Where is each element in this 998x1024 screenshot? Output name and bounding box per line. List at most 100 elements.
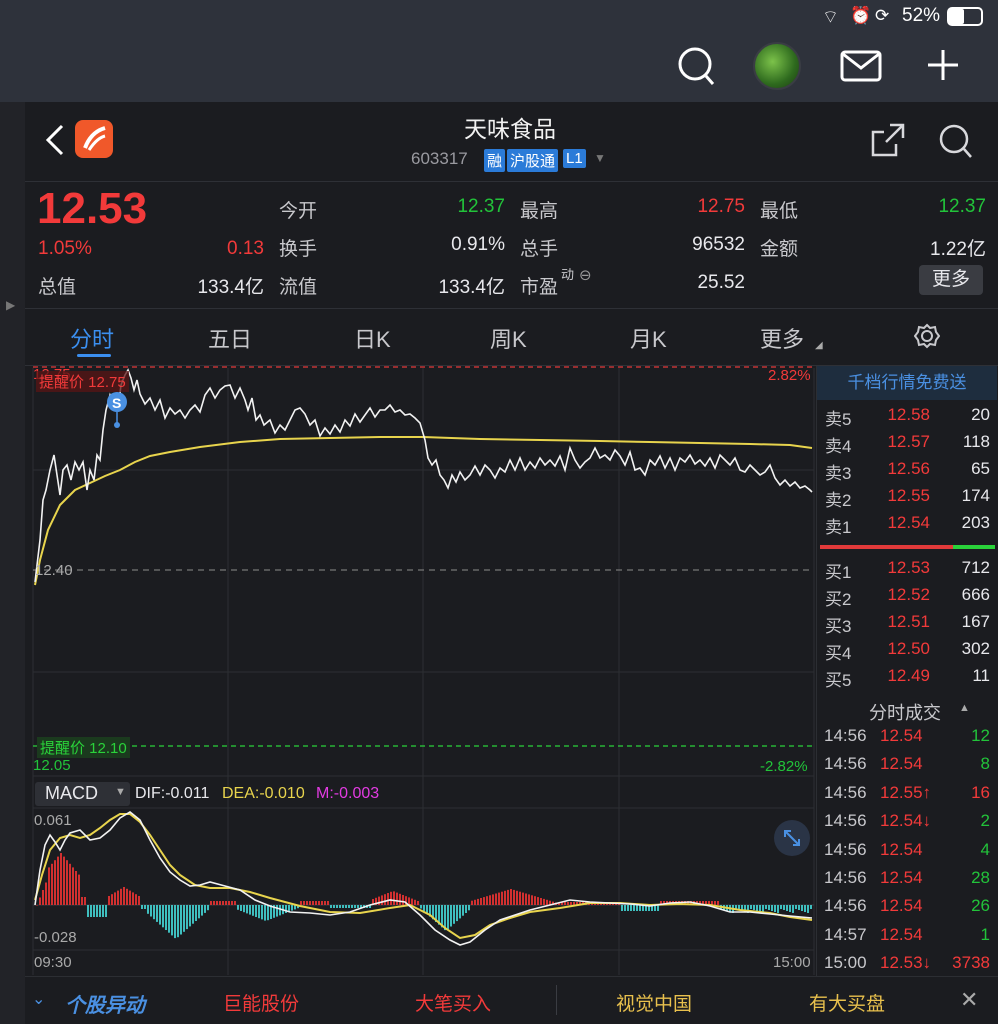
tab-daily-k[interactable]: 日K: [354, 322, 391, 354]
trade-row: 14:56 12.54 4: [816, 838, 998, 864]
search-icon[interactable]: [938, 122, 974, 160]
open-value: 12.37: [457, 196, 505, 217]
ask-row[interactable]: 卖2 12.55 174: [816, 484, 998, 510]
bid-row[interactable]: 买1 12.53 712: [816, 556, 998, 582]
bottom-ticker: ⌄ 个股异动 巨能股份 大笔买入 视觉中国 有大买盘 ✕: [25, 976, 998, 1024]
macd-bar: [501, 891, 503, 905]
ticker-item-stock-2[interactable]: 视觉中国: [616, 989, 692, 1016]
macd-histogram: [36, 853, 812, 939]
macd-bar: [243, 905, 245, 913]
dropdown-icon[interactable]: ▼: [594, 151, 606, 165]
trade-row: 14:57 12.54 1: [816, 923, 998, 949]
wifi-icon: ⌔: [822, 7, 839, 27]
corner-triangle-icon: ◢: [815, 340, 823, 351]
bid-label: 买1: [825, 563, 852, 582]
ask-row[interactable]: 卖1 12.54 203: [816, 511, 998, 537]
macd-bar: [60, 853, 62, 905]
macd-bar: [324, 901, 326, 905]
tab-monthly-k[interactable]: 月K: [630, 322, 667, 354]
macd-bar: [684, 901, 686, 905]
macd-bar: [39, 897, 41, 905]
bid-row[interactable]: 买3 12.51 167: [816, 610, 998, 636]
macd-bar: [795, 905, 797, 909]
macd-bar: [441, 905, 443, 928]
bid-price: 12.49: [887, 666, 930, 685]
ask-row[interactable]: 卖3 12.56 65: [816, 457, 998, 483]
macd-bar: [264, 905, 266, 921]
macd-bar: [708, 901, 710, 905]
macd-bar: [552, 901, 554, 905]
macd-bar: [591, 902, 593, 905]
macd-bar: [489, 895, 491, 905]
ask-row[interactable]: 卖4 12.57 118: [816, 430, 998, 456]
macd-bar: [375, 897, 377, 905]
macd-bar: [513, 889, 515, 905]
side-panel-edge[interactable]: ▶: [0, 102, 25, 1024]
mktcap-value: 133.4亿: [197, 277, 264, 298]
avatar[interactable]: [753, 42, 801, 90]
macd-bar: [759, 905, 761, 912]
macd-bar: [153, 905, 155, 920]
ticker-item-event-2[interactable]: 有大买盘: [809, 989, 885, 1016]
bid-row[interactable]: 买5 12.49 11: [816, 664, 998, 690]
macd-bar: [429, 905, 431, 917]
trade-price: 12.54: [880, 726, 923, 745]
macd-bar: [549, 900, 551, 905]
macd-bar: [528, 894, 530, 905]
macd-bar: [309, 901, 311, 905]
bid-row[interactable]: 买4 12.50 302: [816, 637, 998, 663]
macd-bar: [735, 905, 737, 909]
alarm-icon: ⏰: [850, 6, 872, 25]
fullscreen-toggle[interactable]: [774, 820, 810, 856]
tab-more[interactable]: 更多: [760, 322, 804, 354]
macd-bar: [486, 896, 488, 905]
tab-five-day[interactable]: 五日: [208, 322, 252, 354]
macd-bar: [297, 905, 299, 909]
bid-price: 12.51: [887, 612, 930, 631]
back-icon[interactable]: [44, 124, 66, 156]
tab-weekly-k[interactable]: 周K: [490, 322, 527, 354]
macd-bar: [627, 905, 629, 911]
trade-time: 14:56: [824, 811, 867, 831]
macd-bar: [498, 892, 500, 905]
mail-icon[interactable]: [840, 50, 882, 82]
share-icon[interactable]: [870, 122, 906, 158]
macd-bar: [237, 905, 239, 910]
macd-bar: [216, 901, 218, 905]
macd-bar: [45, 882, 47, 905]
collapse-icon[interactable]: ▲: [959, 702, 970, 714]
bid-row[interactable]: 买2 12.52 666: [816, 583, 998, 609]
tab-intraday[interactable]: 分时: [70, 322, 114, 354]
macd-bar: [411, 898, 413, 905]
more-button[interactable]: 更多: [919, 265, 983, 295]
macd-indicator-select[interactable]: MACD ▼: [35, 782, 130, 806]
macd-bar: [201, 905, 203, 916]
macd-bar: [783, 905, 785, 910]
close-icon[interactable]: ✕: [960, 987, 978, 1013]
ask-label: 卖1: [825, 518, 852, 537]
macd-bar: [171, 905, 173, 936]
low-label: 最低: [760, 201, 799, 222]
macd-bar: [114, 892, 116, 905]
info-icon[interactable]: ⊖: [579, 266, 592, 284]
macd-bar: [87, 905, 89, 917]
turnover-label: 换手: [279, 239, 318, 260]
plus-icon[interactable]: [926, 48, 960, 82]
ticker-item-event-1[interactable]: 大笔买入: [415, 989, 491, 1016]
alert-low-label[interactable]: 提醒价 12.10: [37, 737, 130, 758]
macd-bar: [789, 905, 791, 912]
ask-row[interactable]: 卖5 12.58 20: [816, 403, 998, 429]
bid-volume: 11: [972, 666, 990, 685]
promo-banner[interactable]: 千档行情免费送: [817, 366, 997, 400]
ask-volume: 174: [961, 486, 990, 505]
dropdown-icon: ▼: [115, 786, 126, 798]
trades-header[interactable]: 分时成交 ▲: [816, 698, 998, 723]
signal-marker-icon[interactable]: [107, 392, 127, 412]
chevron-down-icon[interactable]: ⌄: [32, 989, 45, 1009]
expand-arrow-icon[interactable]: ▶: [6, 298, 15, 312]
search-icon[interactable]: [676, 44, 716, 88]
alert-high-label[interactable]: 提醒价 12.75: [36, 371, 129, 392]
low-value: 12.37: [938, 196, 986, 217]
settings-gear-icon[interactable]: [914, 323, 940, 349]
ticker-item-stock-1[interactable]: 巨能股份: [223, 989, 299, 1016]
